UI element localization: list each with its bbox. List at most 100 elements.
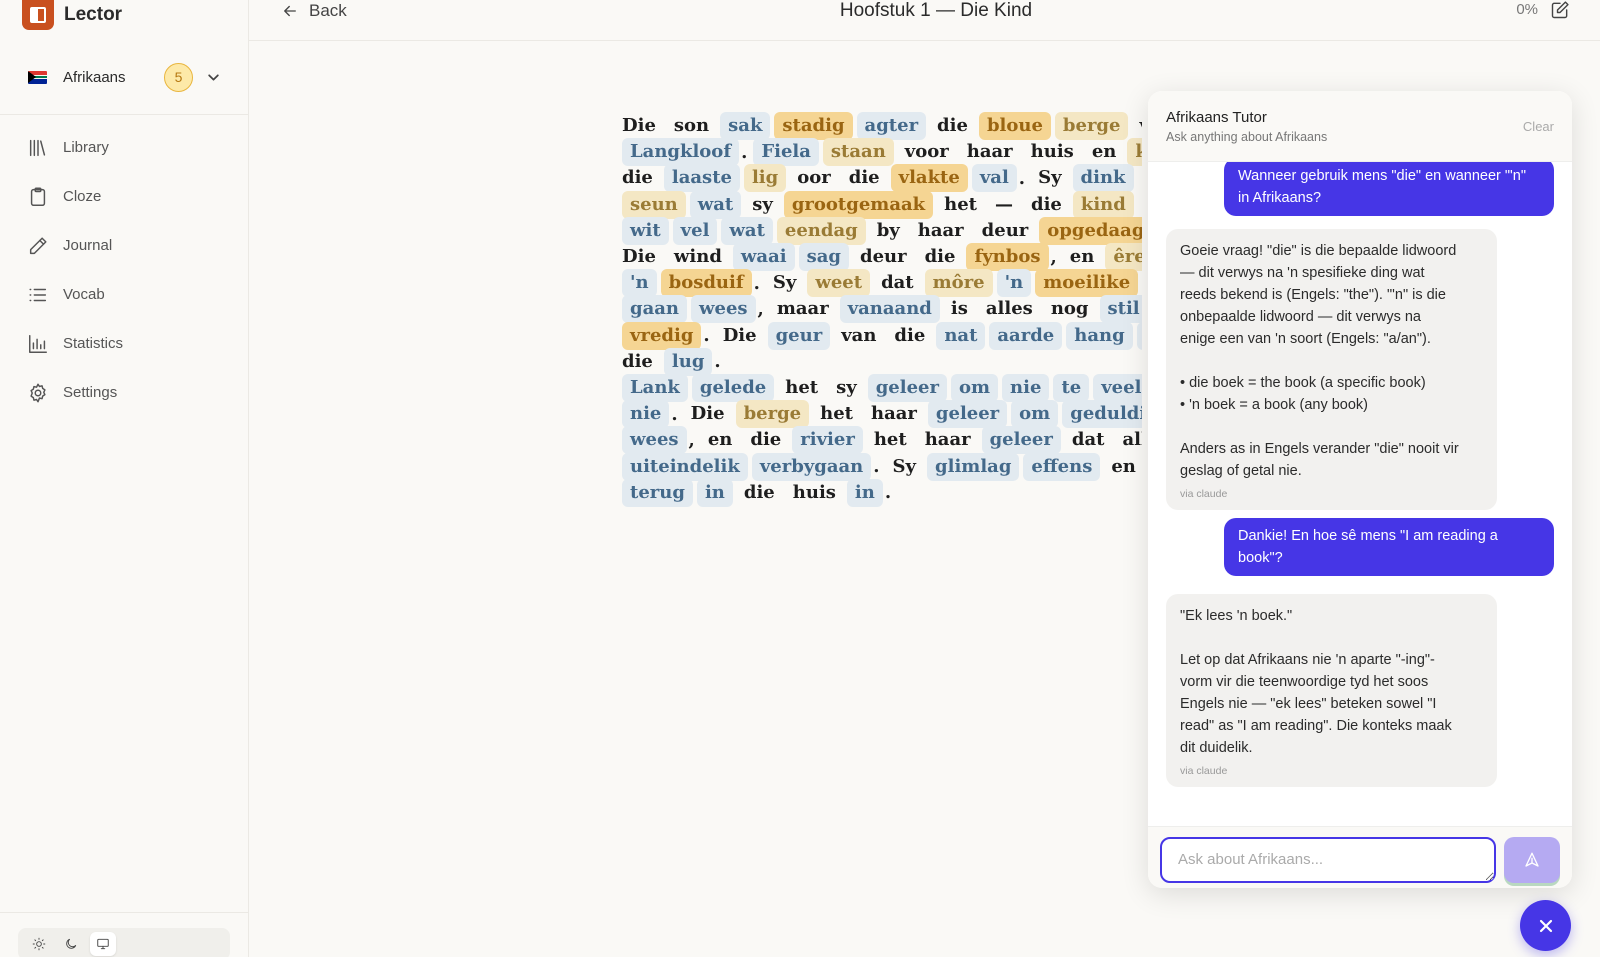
- word-token[interactable]: wind: [667, 243, 729, 271]
- word-token[interactable]: en: [1104, 453, 1142, 481]
- word-token[interactable]: het: [867, 426, 914, 454]
- word-token[interactable]: wees: [622, 426, 687, 455]
- clear-chat-button[interactable]: Clear: [1523, 119, 1554, 134]
- word-token[interactable]: agter: [856, 112, 927, 140]
- word-token[interactable]: lug: [663, 347, 713, 376]
- word-token[interactable]: kyk: [1127, 138, 1142, 167]
- word-token[interactable]: Die: [622, 112, 663, 140]
- word-token[interactable]: die: [737, 479, 782, 507]
- word-token[interactable]: verbygaan: [751, 452, 872, 481]
- word-token[interactable]: haar: [960, 138, 1020, 166]
- word-token[interactable]: aan: [1138, 164, 1142, 192]
- word-token[interactable]: maar: [770, 295, 836, 323]
- word-token[interactable]: die: [842, 164, 887, 192]
- send-button[interactable]: [1504, 837, 1560, 883]
- word-token[interactable]: het: [778, 374, 825, 402]
- word-token[interactable]: hang: [1066, 321, 1133, 350]
- word-token[interactable]: Die: [622, 243, 663, 271]
- word-token[interactable]: te: [1053, 374, 1090, 402]
- word-token[interactable]: haar: [911, 217, 971, 245]
- word-token[interactable]: deur: [975, 217, 1036, 245]
- word-token[interactable]: seun: [622, 190, 686, 219]
- word-token[interactable]: het: [937, 191, 984, 219]
- word-token[interactable]: rivier: [792, 426, 863, 455]
- word-token[interactable]: vanaand: [839, 295, 940, 324]
- word-token[interactable]: wat: [689, 190, 742, 219]
- word-token[interactable]: geur: [767, 321, 831, 350]
- word-token[interactable]: sag: [798, 243, 849, 271]
- word-token[interactable]: die: [887, 322, 932, 350]
- sidebar-item-cloze[interactable]: Cloze: [0, 172, 248, 221]
- theme-dark-button[interactable]: [58, 932, 84, 956]
- word-token[interactable]: berge: [735, 400, 810, 429]
- sidebar-item-settings[interactable]: Settings: [0, 368, 248, 417]
- sidebar-item-statistics[interactable]: Statistics: [0, 319, 248, 368]
- word-token[interactable]: swaar: [1136, 321, 1142, 350]
- word-token[interactable]: geleer: [867, 374, 947, 402]
- word-token[interactable]: eendag: [776, 216, 866, 245]
- back-button[interactable]: Back: [281, 0, 347, 22]
- word-token[interactable]: deur: [853, 243, 914, 271]
- word-token[interactable]: kind: [1072, 190, 1134, 219]
- word-token[interactable]: waai: [732, 243, 795, 271]
- word-token[interactable]: son: [667, 112, 716, 140]
- word-token[interactable]: sak: [720, 112, 771, 140]
- word-token[interactable]: haar: [918, 426, 978, 454]
- word-token[interactable]: het: [813, 400, 860, 428]
- word-token[interactable]: om: [1011, 400, 1059, 429]
- word-token[interactable]: 'n: [996, 269, 1032, 298]
- close-tutor-button[interactable]: [1520, 900, 1571, 951]
- word-token[interactable]: alles: [1115, 426, 1142, 454]
- word-token[interactable]: wit: [622, 216, 669, 245]
- sidebar-item-journal[interactable]: Journal: [0, 221, 248, 270]
- word-token[interactable]: dat: [874, 269, 921, 297]
- word-token[interactable]: vlakte: [890, 164, 968, 193]
- word-token[interactable]: en: [1063, 243, 1102, 271]
- word-token[interactable]: lig: [743, 164, 787, 193]
- word-token[interactable]: stil: [1099, 295, 1142, 324]
- word-token[interactable]: die: [743, 426, 788, 454]
- word-token[interactable]: die: [930, 112, 975, 140]
- word-token[interactable]: oor: [790, 164, 838, 192]
- language-switcher[interactable]: Afrikaans 5: [14, 54, 234, 100]
- word-token[interactable]: wees: [691, 295, 756, 324]
- word-token[interactable]: Die: [684, 400, 732, 428]
- word-token[interactable]: Sy: [1031, 164, 1068, 192]
- word-token[interactable]: van: [834, 322, 883, 350]
- word-token[interactable]: grootgemaak: [783, 190, 934, 219]
- word-token[interactable]: 'n: [622, 269, 657, 298]
- word-token[interactable]: met: [1138, 191, 1142, 219]
- word-token[interactable]: nie: [622, 400, 670, 429]
- word-token[interactable]: Sy: [766, 269, 803, 297]
- word-token[interactable]: die: [622, 348, 660, 376]
- word-token[interactable]: veel: [1093, 374, 1142, 402]
- word-token[interactable]: voor: [898, 138, 956, 166]
- word-token[interactable]: wat: [721, 216, 773, 245]
- word-token[interactable]: huis: [1024, 138, 1081, 166]
- word-token[interactable]: die: [918, 243, 963, 271]
- word-token[interactable]: vredig: [622, 321, 702, 350]
- word-token[interactable]: aarde: [989, 321, 1063, 350]
- word-token[interactable]: by: [870, 217, 907, 245]
- theme-system-button[interactable]: [90, 932, 116, 956]
- word-token[interactable]: geduldig: [1062, 400, 1142, 429]
- word-token[interactable]: dat: [1065, 426, 1112, 454]
- word-token[interactable]: opgedaag: [1039, 216, 1142, 245]
- word-token[interactable]: Die: [716, 322, 764, 350]
- word-token[interactable]: Lank: [622, 374, 688, 402]
- word-token[interactable]: in: [696, 478, 733, 507]
- word-token[interactable]: staan: [822, 138, 894, 167]
- word-token[interactable]: berge: [1054, 112, 1129, 140]
- word-token[interactable]: om: [950, 374, 999, 402]
- word-token[interactable]: gelede: [691, 374, 775, 402]
- word-token[interactable]: dink: [1072, 164, 1134, 193]
- word-token[interactable]: geleer: [927, 400, 1008, 429]
- word-token[interactable]: weet: [807, 269, 871, 298]
- word-token[interactable]: gaan: [622, 295, 687, 324]
- word-token[interactable]: die: [622, 164, 660, 192]
- word-token[interactable]: vel: [672, 216, 718, 245]
- ask-input[interactable]: [1160, 837, 1496, 883]
- word-token[interactable]: is: [944, 295, 975, 323]
- word-token[interactable]: in: [846, 478, 883, 507]
- word-token[interactable]: môre: [924, 269, 993, 298]
